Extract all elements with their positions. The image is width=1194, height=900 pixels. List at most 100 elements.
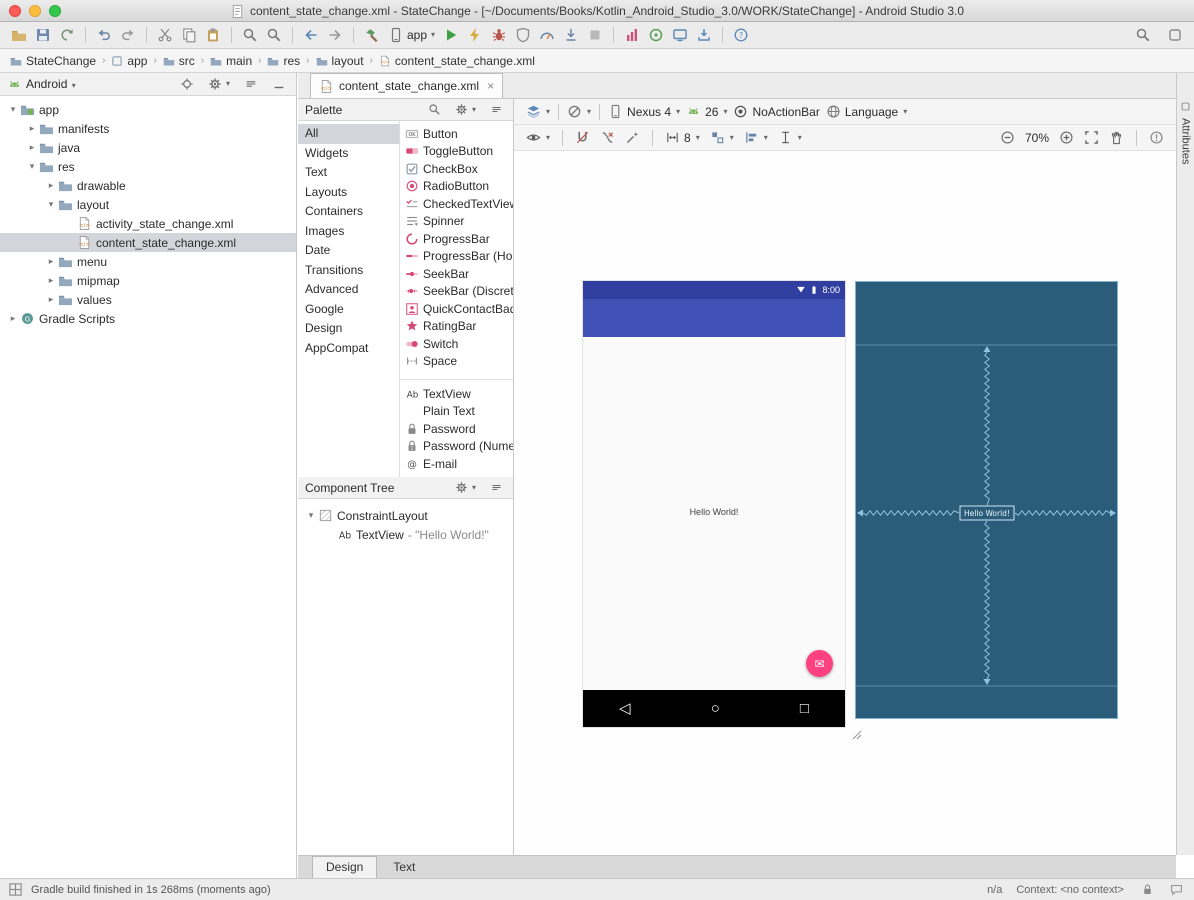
debug-button[interactable]: [488, 25, 510, 45]
hide-panel-button[interactable]: [269, 75, 289, 93]
palette-category-all[interactable]: All: [298, 124, 399, 144]
view-mode-button[interactable]: [487, 479, 506, 496]
pan-button[interactable]: [1106, 128, 1127, 147]
fab-button[interactable]: ✉: [806, 650, 833, 677]
tree-item-manifests[interactable]: ▸manifests: [0, 119, 296, 138]
expand-arrow-icon[interactable]: ▾: [6, 104, 20, 115]
close-tab-icon[interactable]: ×: [487, 79, 494, 93]
palette-item-seekbar[interactable]: SeekBar: [400, 265, 513, 283]
palette-item-togglebutton[interactable]: ToggleButton: [400, 143, 513, 161]
default-margins-button[interactable]: 8▾: [662, 128, 703, 147]
android-profiler-button[interactable]: [621, 25, 643, 45]
palette-item-progressbar[interactable]: ProgressBar: [400, 230, 513, 248]
zoom-in-button[interactable]: [1056, 128, 1077, 147]
event-log-button[interactable]: [1167, 881, 1186, 898]
expand-arrow-icon[interactable]: ▸: [6, 313, 20, 324]
palette-category-advanced[interactable]: Advanced: [298, 280, 399, 300]
tab-design[interactable]: Design: [312, 856, 377, 878]
expand-arrow-icon[interactable]: ▸: [44, 294, 58, 305]
save-all-button[interactable]: [32, 25, 54, 45]
tree-item-layout[interactable]: ▾layout: [0, 195, 296, 214]
palette-item-button[interactable]: OKButton: [400, 125, 513, 143]
zoom-level-button[interactable]: 70%: [1022, 129, 1052, 147]
sync-button[interactable]: [56, 25, 78, 45]
palette-item-progressbar-horizontal[interactable]: ProgressBar (Horizontal): [400, 248, 513, 266]
tree-item-java[interactable]: ▸java: [0, 138, 296, 157]
palette-category-transitions[interactable]: Transitions: [298, 261, 399, 281]
forward-button[interactable]: [324, 25, 346, 45]
attach-debugger-button[interactable]: [560, 25, 582, 45]
editor-tab-content-state-change-xml[interactable]: </> content_state_change.xml ×: [310, 73, 503, 98]
zoom-out-button[interactable]: [997, 128, 1018, 147]
blueprint-preview[interactable]: Hello World!: [855, 281, 1118, 719]
run-button[interactable]: [440, 25, 462, 45]
tree-item-res[interactable]: ▾res: [0, 157, 296, 176]
apply-changes-button[interactable]: [464, 25, 486, 45]
breadcrumb-item-src[interactable]: src: [161, 54, 197, 68]
sdk-manager-button[interactable]: [693, 25, 715, 45]
infer-constraints-button[interactable]: [622, 128, 643, 147]
component-tree-item-constraintlayout[interactable]: ▾ConstraintLayout: [298, 506, 513, 525]
tree-item-activity-state-change-xml[interactable]: </>activity_state_change.xml: [0, 214, 296, 233]
palette-category-containers[interactable]: Containers: [298, 202, 399, 222]
palette-category-images[interactable]: Images: [298, 222, 399, 242]
palette-category-date[interactable]: Date: [298, 241, 399, 261]
expand-arrow-icon[interactable]: ▸: [25, 142, 39, 153]
settings-button[interactable]: ▾: [452, 479, 479, 496]
palette-item-spinner[interactable]: Spinner: [400, 213, 513, 231]
profiler-button[interactable]: [536, 25, 558, 45]
expand-arrow-icon[interactable]: ▾: [304, 510, 318, 521]
cut-button[interactable]: [154, 25, 176, 45]
breadcrumb-item-res[interactable]: res: [265, 54, 302, 68]
tree-item-mipmap[interactable]: ▸mipmap: [0, 271, 296, 290]
lock-button[interactable]: [1138, 881, 1157, 898]
coverage-button[interactable]: [512, 25, 534, 45]
palette-category-widgets[interactable]: Widgets: [298, 144, 399, 164]
palette-item-checkbox[interactable]: CheckBox: [400, 160, 513, 178]
tab-text[interactable]: Text: [380, 857, 428, 878]
design-surface-button[interactable]: ▾: [523, 102, 553, 121]
palette-item-ratingbar[interactable]: RatingBar: [400, 318, 513, 336]
redo-button[interactable]: [117, 25, 139, 45]
autoconnect-button[interactable]: [572, 128, 593, 147]
guideline-button[interactable]: ▾: [775, 128, 805, 147]
palette-category-design[interactable]: Design: [298, 319, 399, 339]
breadcrumb-item-statechange[interactable]: StateChange: [8, 54, 98, 68]
zoom-fit-button[interactable]: [1081, 128, 1102, 147]
api-selector-button[interactable]: 26▾: [683, 102, 730, 121]
view-mode-button[interactable]: [487, 101, 506, 118]
undo-button[interactable]: [93, 25, 115, 45]
find-button[interactable]: [239, 25, 261, 45]
theme-selector-button[interactable]: NoActionBar: [730, 102, 822, 121]
breadcrumb-item-app[interactable]: app: [109, 54, 149, 68]
run-configuration-button[interactable]: app▾: [385, 25, 438, 45]
palette-category-google[interactable]: Google: [298, 300, 399, 320]
project-structure-button[interactable]: [1164, 25, 1186, 45]
pack-button[interactable]: ▾: [707, 128, 737, 147]
expand-arrow-icon[interactable]: ▸: [44, 275, 58, 286]
design-canvas[interactable]: 8:00 Hello World! ✉ ◁○□ Hello World!: [514, 151, 1176, 855]
breadcrumb-item-main[interactable]: main: [208, 54, 254, 68]
open-button[interactable]: [8, 25, 30, 45]
palette-item-e-mail[interactable]: @E-mail: [400, 455, 513, 473]
search-button[interactable]: [425, 101, 444, 118]
todo-button[interactable]: [645, 25, 667, 45]
settings-button[interactable]: ▾: [452, 101, 479, 118]
project-view-selector[interactable]: Android ▾: [26, 77, 76, 91]
palette-category-layouts[interactable]: Layouts: [298, 183, 399, 203]
stop-button[interactable]: [584, 25, 606, 45]
tree-item-app[interactable]: ▾app: [0, 100, 296, 119]
tree-item-values[interactable]: ▸values: [0, 290, 296, 309]
tree-item-menu[interactable]: ▸menu: [0, 252, 296, 271]
tree-item-gradle-scripts[interactable]: ▸GGradle Scripts: [0, 309, 296, 328]
tree-item-drawable[interactable]: ▸drawable: [0, 176, 296, 195]
minimize-window-button[interactable]: [29, 5, 41, 17]
palette-item-radiobutton[interactable]: RadioButton: [400, 178, 513, 196]
device-selector-button[interactable]: Nexus 4▾: [605, 102, 683, 121]
palette-item-plain-text[interactable]: Plain Text: [400, 403, 513, 421]
search-everywhere-button[interactable]: [1132, 25, 1154, 45]
preview-hello-world-text[interactable]: Hello World!: [583, 507, 845, 517]
expand-arrow-icon[interactable]: ▸: [44, 180, 58, 191]
expand-arrow-icon[interactable]: ▸: [25, 123, 39, 134]
component-tree-item-textview[interactable]: AbTextView - "Hello World!": [298, 525, 513, 544]
